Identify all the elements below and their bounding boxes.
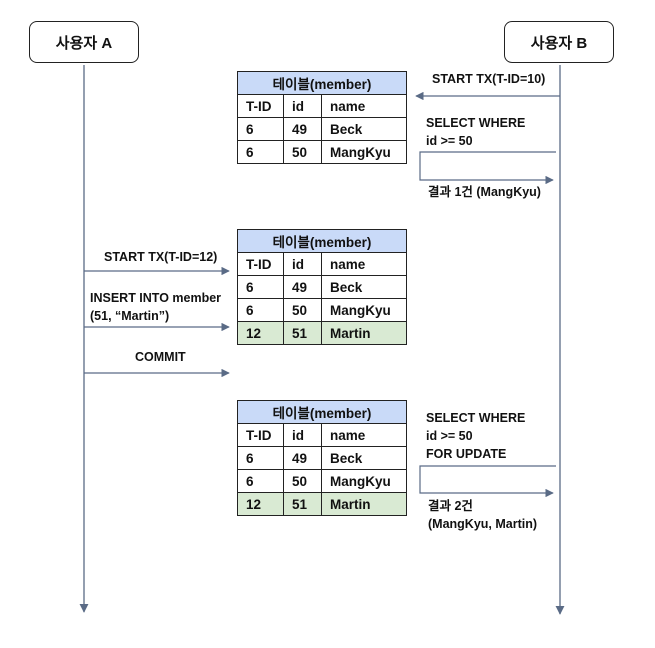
table-cell: 50 — [283, 469, 322, 493]
table-cell: 51 — [283, 492, 322, 516]
table-header-row: T-ID id name — [237, 94, 407, 118]
header-cell: id — [283, 94, 322, 118]
header-cell: name — [321, 252, 407, 276]
msg-b-result2: 결과 2건 (MangKyu, Martin) — [428, 499, 538, 531]
table-cell: Martin — [321, 321, 407, 345]
table-row: 6 49 Beck — [237, 446, 407, 470]
actor-a-label: 사용자 A — [55, 34, 113, 52]
table-cell: Beck — [321, 446, 407, 470]
table-cell: 50 — [283, 140, 322, 164]
header-cell: T-ID — [237, 252, 284, 276]
table-title: 테이블(member) — [237, 229, 407, 253]
msg-b-select1: SELECT WHERE id >= 50 — [426, 116, 526, 148]
arrow-b-select2 — [419, 465, 556, 498]
actor-b-label: 사용자 B — [530, 34, 588, 52]
header-cell: name — [321, 94, 407, 118]
table-cell: 49 — [283, 117, 322, 141]
table-cell: MangKyu — [321, 298, 407, 322]
table-cell: 6 — [237, 298, 284, 322]
table-cell: 49 — [283, 275, 322, 299]
msg-b-start: START TX(T-ID=10) — [432, 72, 546, 86]
table-title: 테이블(member) — [237, 71, 407, 95]
table-cell: 6 — [237, 275, 284, 299]
table-cell: MangKyu — [321, 140, 407, 164]
actor-b-box: 사용자 B — [504, 21, 614, 63]
table-cell: Beck — [321, 117, 407, 141]
table-cell: MangKyu — [321, 469, 407, 493]
table-row: 6 49 Beck — [237, 117, 407, 141]
header-cell: name — [321, 423, 407, 447]
table-row: 6 50 MangKyu — [237, 140, 407, 164]
table-row: 6 49 Beck — [237, 275, 407, 299]
header-cell: id — [283, 252, 322, 276]
table-cell: Beck — [321, 275, 407, 299]
table-header-row: T-ID id name — [237, 423, 407, 447]
table-cell: 12 — [237, 321, 284, 345]
table-row: 6 50 MangKyu — [237, 469, 407, 493]
msg-b-result1: 결과 1건 (MangKyu) — [428, 185, 541, 199]
table-header-row: T-ID id name — [237, 252, 407, 276]
header-cell: T-ID — [237, 423, 284, 447]
table-cell: 51 — [283, 321, 322, 345]
arrow-b-select1 — [419, 151, 556, 185]
table-title: 테이블(member) — [237, 400, 407, 424]
table-row-inserted: 12 51 Martin — [237, 492, 407, 516]
table-cell: 6 — [237, 469, 284, 493]
member-table-3: 테이블(member) T-ID id name 6 49 Beck 6 50 … — [237, 400, 407, 516]
table-row-inserted: 12 51 Martin — [237, 321, 407, 345]
msg-a-start: START TX(T-ID=12) — [104, 250, 218, 264]
header-cell: T-ID — [237, 94, 284, 118]
table-cell: 12 — [237, 492, 284, 516]
member-table-2: 테이블(member) T-ID id name 6 49 Beck 6 50 … — [237, 229, 407, 345]
table-cell: 6 — [237, 140, 284, 164]
header-cell: id — [283, 423, 322, 447]
table-cell: 50 — [283, 298, 322, 322]
member-table-1: 테이블(member) T-ID id name 6 49 Beck 6 50 … — [237, 71, 407, 164]
table-row: 6 50 MangKyu — [237, 298, 407, 322]
table-cell: 6 — [237, 446, 284, 470]
table-cell: 49 — [283, 446, 322, 470]
actor-a-box: 사용자 A — [29, 21, 139, 63]
msg-a-insert: INSERT INTO member (51, “Martin”) — [90, 291, 222, 323]
table-cell: Martin — [321, 492, 407, 516]
table-cell: 6 — [237, 117, 284, 141]
msg-a-commit: COMMIT — [135, 350, 186, 364]
msg-b-select2: SELECT WHERE id >= 50 FOR UPDATE — [426, 411, 526, 461]
